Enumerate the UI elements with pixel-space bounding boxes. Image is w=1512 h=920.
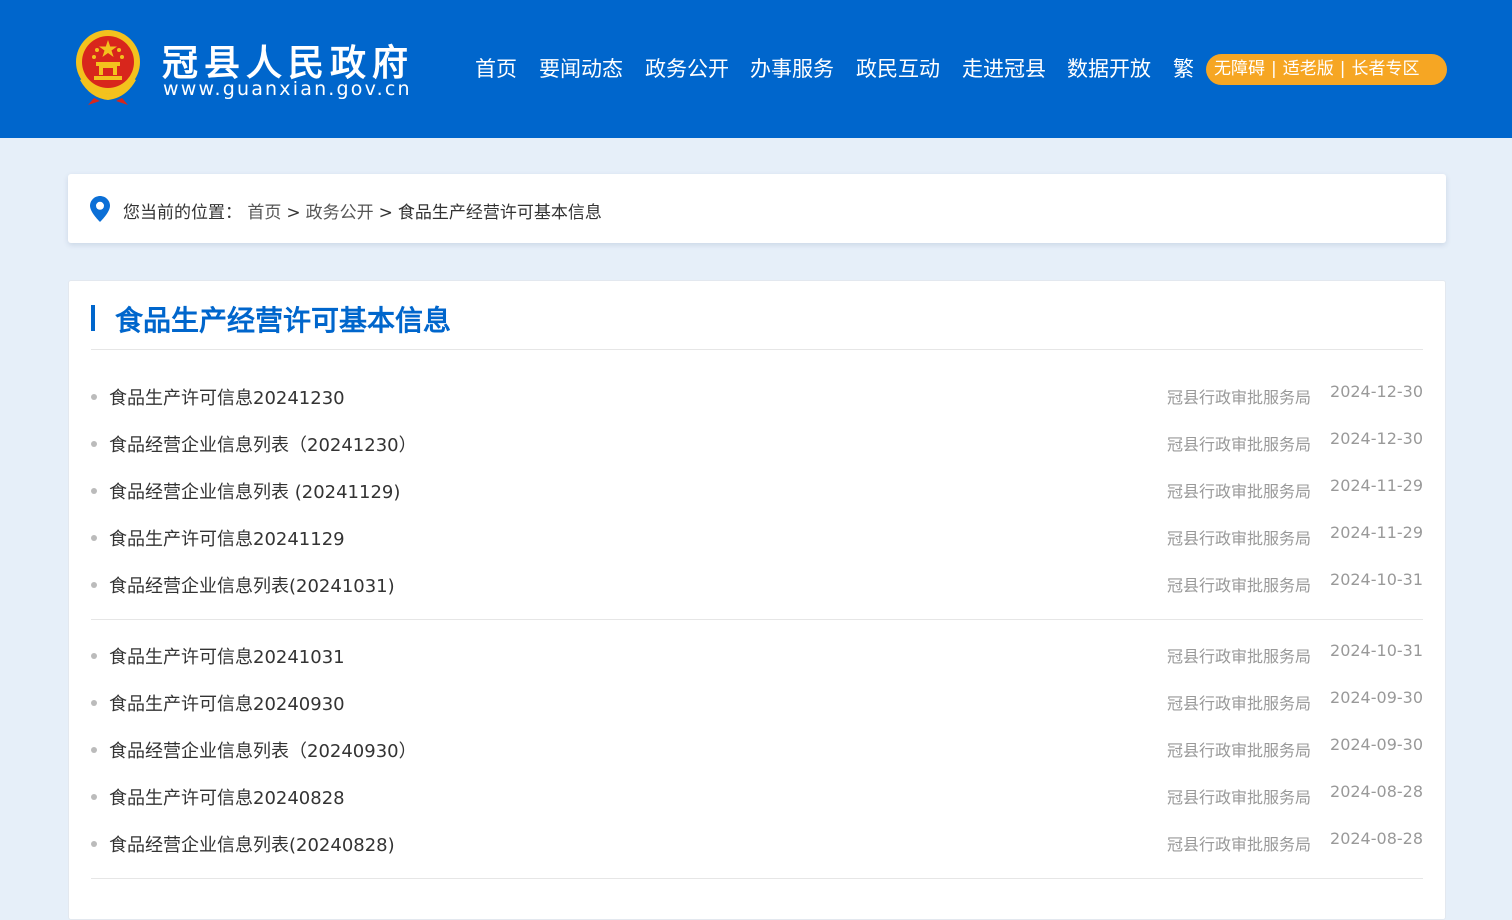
nav-open-data[interactable]: 数据开放 — [1067, 53, 1151, 85]
content-panel: 食品生产经营许可基本信息 食品生产许可信息20241230 冠县行政审批服务局 … — [68, 280, 1446, 920]
list-item-title[interactable]: 食品生产许可信息20241230 — [109, 384, 345, 410]
list-item-title[interactable]: 食品经营企业信息列表(20240828) — [109, 831, 395, 857]
breadcrumb-separator: > — [286, 203, 301, 223]
list-item[interactable]: 食品生产许可信息20240828 冠县行政审批服务局 2024-08-28 — [91, 782, 1423, 812]
bullet-dot — [91, 394, 97, 400]
list-item-source: 冠县行政审批服务局 — [1167, 482, 1312, 501]
senior-zone-link[interactable]: 长者专区 — [1351, 59, 1419, 79]
list-item[interactable]: 食品经营企业信息列表(20240828) 冠县行政审批服务局 2024-08-2… — [91, 829, 1423, 859]
bullet-dot — [91, 653, 97, 659]
list-item-title[interactable]: 食品生产许可信息20240930 — [109, 690, 345, 716]
access-separator: | — [1339, 59, 1346, 79]
list-item-title[interactable]: 食品生产许可信息20241031 — [109, 643, 345, 669]
title-accent-bar — [91, 305, 95, 331]
nav-services[interactable]: 办事服务 — [750, 53, 834, 85]
bullet-dot — [91, 841, 97, 847]
list-item-date: 2024-11-29 — [1330, 476, 1423, 495]
breadcrumb-separator: > — [378, 203, 393, 223]
nav-about[interactable]: 走进冠县 — [962, 53, 1046, 85]
list-item-date: 2024-12-30 — [1330, 382, 1423, 401]
list-item-date: 2024-10-31 — [1330, 641, 1423, 660]
title-divider — [91, 349, 1423, 350]
list-item-source: 冠县行政审批服务局 — [1167, 647, 1312, 666]
list-item-source: 冠县行政审批服务局 — [1167, 576, 1312, 595]
bullet-dot — [91, 794, 97, 800]
group-divider — [91, 619, 1423, 620]
bullet-dot — [91, 582, 97, 588]
bullet-dot — [91, 441, 97, 447]
list-item-title[interactable]: 食品经营企业信息列表（20240930） — [109, 737, 417, 763]
nav-home[interactable]: 首页 — [475, 53, 517, 85]
list-item[interactable]: 食品经营企业信息列表(20241031) 冠县行政审批服务局 2024-10-3… — [91, 570, 1423, 600]
list-item-source: 冠县行政审批服务局 — [1167, 694, 1312, 713]
nav-gov-affairs[interactable]: 政务公开 — [645, 53, 729, 85]
list-item[interactable]: 食品生产许可信息20240930 冠县行政审批服务局 2024-09-30 — [91, 688, 1423, 718]
list-item-title[interactable]: 食品生产许可信息20241129 — [109, 525, 345, 551]
national-emblem-icon[interactable] — [72, 28, 144, 106]
breadcrumb-bar: 您当前的位置： 首页 > 政务公开 > 食品生产经营许可基本信息 — [68, 174, 1446, 243]
list-item-date: 2024-08-28 — [1330, 829, 1423, 848]
location-pin-icon — [90, 196, 110, 222]
list-item-date: 2024-09-30 — [1330, 735, 1423, 754]
list-item-source: 冠县行政审批服务局 — [1167, 435, 1312, 454]
list-item-source: 冠县行政审批服务局 — [1167, 835, 1312, 854]
bullet-dot — [91, 488, 97, 494]
page-title: 食品生产经营许可基本信息 — [115, 304, 452, 337]
list-item-title[interactable]: 食品生产许可信息20240828 — [109, 784, 345, 810]
list-item-source: 冠县行政审批服务局 — [1167, 788, 1312, 807]
nav-traditional-chinese[interactable]: 繁 — [1173, 53, 1194, 85]
list-item[interactable]: 食品经营企业信息列表 (20241129) 冠县行政审批服务局 2024-11-… — [91, 476, 1423, 506]
list-bottom-divider — [91, 878, 1423, 879]
list-item[interactable]: 食品经营企业信息列表（20240930） 冠县行政审批服务局 2024-09-3… — [91, 735, 1423, 765]
list-item-date: 2024-10-31 — [1330, 570, 1423, 589]
accessibility-link[interactable]: 无障碍 — [1214, 59, 1265, 79]
breadcrumb-current: 食品生产经营许可基本信息 — [397, 203, 602, 223]
breadcrumb-prefix: 您当前的位置： — [123, 203, 242, 223]
list-item-date: 2024-09-30 — [1330, 688, 1423, 707]
access-separator: | — [1271, 59, 1277, 79]
list-item-date: 2024-12-30 — [1330, 429, 1423, 448]
list-item-title[interactable]: 食品经营企业信息列表 (20241129) — [109, 478, 400, 504]
elderly-mode-link[interactable]: 适老版 — [1283, 59, 1334, 79]
site-url: www.guanxian.gov.cn — [163, 78, 412, 100]
list-item-source: 冠县行政审批服务局 — [1167, 741, 1312, 760]
bullet-dot — [91, 700, 97, 706]
site-header: 冠县人民政府 www.guanxian.gov.cn 首页 要闻动态 政务公开 … — [0, 0, 1512, 138]
list-item-source: 冠县行政审批服务局 — [1167, 529, 1312, 548]
accessibility-bar: 无障碍 | 适老版 | 长者专区 — [1206, 54, 1447, 85]
list-item[interactable]: 食品生产许可信息20241230 冠县行政审批服务局 2024-12-30 — [91, 382, 1423, 412]
list-item-title[interactable]: 食品经营企业信息列表（20241230） — [109, 431, 417, 457]
nav-interaction[interactable]: 政民互动 — [856, 53, 940, 85]
breadcrumb-home[interactable]: 首页 — [247, 203, 281, 223]
breadcrumb-gov-affairs[interactable]: 政务公开 — [306, 203, 374, 223]
list-item-title[interactable]: 食品经营企业信息列表(20241031) — [109, 572, 395, 598]
breadcrumb: 您当前的位置： 首页 > 政务公开 > 食品生产经营许可基本信息 — [123, 198, 602, 223]
list-item[interactable]: 食品经营企业信息列表（20241230） 冠县行政审批服务局 2024-12-3… — [91, 429, 1423, 459]
list-item[interactable]: 食品生产许可信息20241129 冠县行政审批服务局 2024-11-29 — [91, 523, 1423, 553]
list-item-source: 冠县行政审批服务局 — [1167, 388, 1312, 407]
nav-news[interactable]: 要闻动态 — [539, 53, 623, 85]
bullet-dot — [91, 535, 97, 541]
list-item-date: 2024-08-28 — [1330, 782, 1423, 801]
list-item[interactable]: 食品生产许可信息20241031 冠县行政审批服务局 2024-10-31 — [91, 641, 1423, 671]
list-item-date: 2024-11-29 — [1330, 523, 1423, 542]
bullet-dot — [91, 747, 97, 753]
